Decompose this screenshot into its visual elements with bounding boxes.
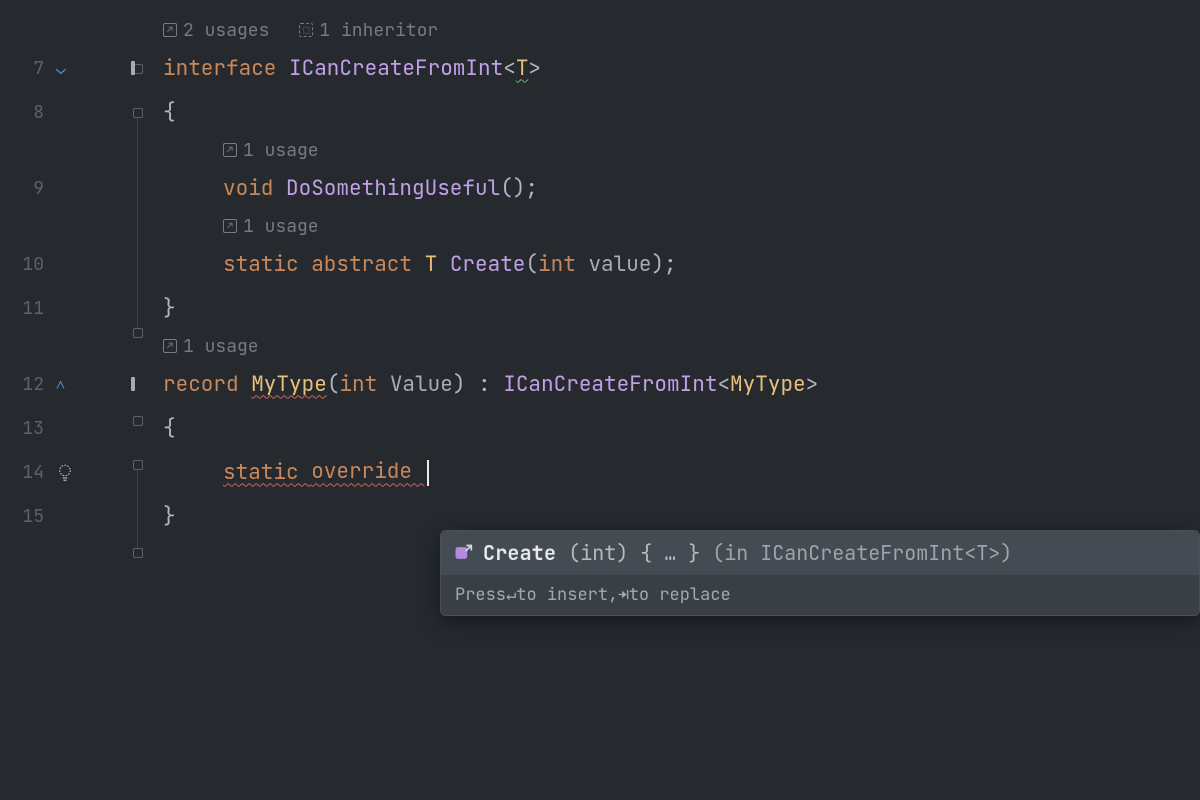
method-override-icon (453, 543, 473, 563)
return-type: T (425, 251, 450, 278)
keyword: interface (163, 55, 289, 82)
code-line[interactable]: interface ICanCreateFromInt<T> (145, 46, 1200, 90)
line-number: 14 (0, 461, 50, 484)
code-vision[interactable]: ↗ 1 usage (145, 330, 1200, 362)
completion-sig: (int) { … } (568, 540, 700, 566)
code-editor[interactable]: 7 ⌄ 8 9 10 11 12 ˄ (0, 0, 1200, 800)
usages-hint: 1 usage (183, 335, 259, 358)
angle-bracket: > (528, 55, 541, 82)
gutter-row[interactable]: 13 (0, 406, 145, 450)
type-name: MyType (730, 371, 806, 398)
keyword: abstract (311, 251, 424, 278)
method-name: DoSomethingUseful (286, 175, 500, 202)
gutter-row[interactable]: 10 (0, 242, 145, 286)
type-param: T (516, 55, 529, 82)
usage-icon: ↗ (223, 219, 237, 233)
footer-text: to replace (629, 584, 731, 606)
gutter-row[interactable]: 14 (0, 450, 145, 494)
change-marker-icon (131, 61, 135, 75)
change-marker-icon (131, 377, 135, 391)
brace: { (163, 99, 176, 126)
gutter-row[interactable]: 12 ˄ (0, 362, 145, 406)
paren: ); (651, 251, 676, 278)
enter-key-icon: ↵ (506, 584, 516, 606)
brace: { (163, 415, 176, 442)
gutter-row[interactable]: 8 (0, 90, 145, 134)
code-line[interactable]: record MyType(int Value) : ICanCreateFro… (145, 362, 1200, 406)
keyword: int (538, 251, 588, 278)
usage-icon: ↗ (163, 339, 177, 353)
line-number: 15 (0, 505, 50, 528)
completion-name: Create (483, 540, 556, 566)
parameter: value (588, 251, 651, 278)
code-vision[interactable]: ↗ 1 usage (145, 210, 1200, 242)
line-number: 10 (0, 253, 50, 276)
line-number: 8 (0, 101, 50, 124)
angle-bracket: < (717, 371, 730, 398)
usages-hint: 1 usage (243, 139, 319, 162)
usage-icon: ↗ (223, 143, 237, 157)
method-name: Create (450, 251, 526, 278)
keyword: void (223, 175, 286, 202)
code-vision[interactable]: ↗ 2 usages ⬚ 1 inheritor (145, 14, 1200, 46)
keyword: static (223, 459, 311, 486)
keyword: record (163, 371, 251, 398)
brace: } (163, 503, 176, 530)
lightbulb-icon[interactable] (56, 463, 74, 481)
code-line[interactable]: static abstract T Create(int value); (145, 242, 1200, 286)
line-number: 11 (0, 297, 50, 320)
line-number: 13 (0, 417, 50, 440)
type-name: MyType (251, 371, 327, 398)
paren: ( (525, 251, 538, 278)
code-vision[interactable]: ↗ 1 usage (145, 134, 1200, 166)
paren: ( (327, 371, 340, 398)
keyword: static (223, 251, 311, 278)
parameter: Value (390, 371, 453, 398)
line-number: 9 (0, 177, 50, 200)
completion-popup[interactable]: Create (int) { … } (in ICanCreateFromInt… (440, 530, 1200, 616)
tab-key-icon: ⇥ (618, 584, 628, 606)
usages-hint: 2 usages (183, 19, 269, 42)
keyword: override (311, 458, 428, 485)
editor-content[interactable]: ↗ 2 usages ⬚ 1 inheritor interface ICanCre… (145, 0, 1200, 800)
footer-text: Press (455, 584, 506, 606)
fold-handle-icon[interactable] (133, 548, 143, 558)
usages-hint: 1 usage (243, 215, 319, 238)
usage-icon: ↗ (163, 23, 177, 37)
gutter-row[interactable]: 7 ⌄ (0, 46, 145, 90)
inheritor-icon: ⬚ (299, 23, 313, 37)
gutter-row[interactable]: 11 (0, 286, 145, 330)
code-line[interactable]: { (145, 90, 1200, 134)
completion-item[interactable]: Create (int) { … } (in ICanCreateFromInt… (441, 531, 1199, 575)
line-number: 7 (0, 57, 50, 80)
inheritors-hint: 1 inheritor (319, 19, 438, 42)
angle-bracket: < (503, 55, 516, 82)
line-number: 12 (0, 373, 50, 396)
type-name: ICanCreateFromInt (503, 371, 717, 398)
code-line-caret[interactable]: static override (145, 450, 1200, 494)
completion-hint: Press ↵ to insert, ⇥ to replace (441, 575, 1199, 615)
keyword: int (339, 371, 389, 398)
footer-text: to insert, (516, 584, 618, 606)
gutter: 7 ⌄ 8 9 10 11 12 ˄ (0, 0, 145, 800)
angle-bracket: > (806, 371, 819, 398)
gutter-row[interactable]: 9 (0, 166, 145, 210)
code-line[interactable]: { (145, 406, 1200, 450)
type-name: ICanCreateFromInt (289, 55, 503, 82)
gutter-row[interactable]: 15 (0, 494, 145, 538)
punctuation: ) : (453, 371, 503, 398)
implemented-icon[interactable]: ⌄ (56, 58, 66, 79)
implements-icon[interactable]: ˄ (56, 374, 65, 395)
punctuation: (); (500, 175, 538, 202)
code-line[interactable]: } (145, 286, 1200, 330)
completion-origin: (in ICanCreateFromInt<T>) (712, 540, 1012, 566)
code-line[interactable]: void DoSomethingUseful(); (145, 166, 1200, 210)
brace: } (163, 295, 176, 322)
